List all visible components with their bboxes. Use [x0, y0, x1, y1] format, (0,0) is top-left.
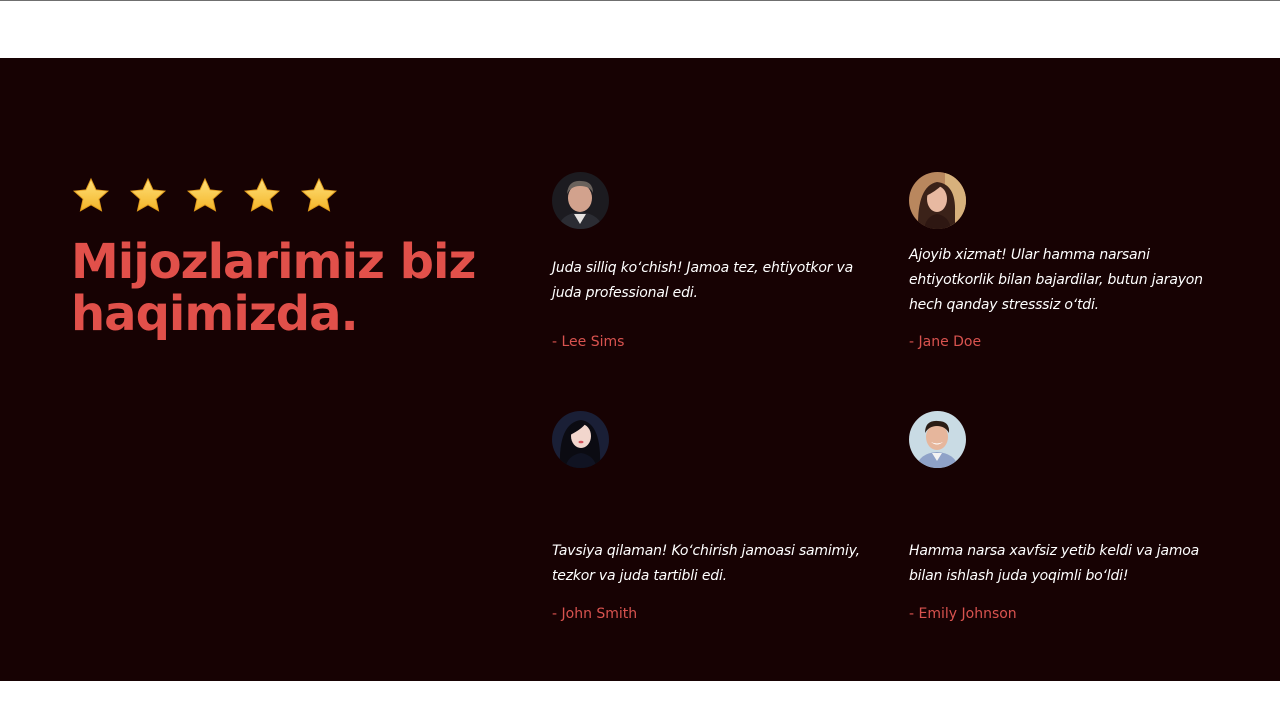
avatar-man-smiling-icon: [909, 411, 966, 468]
top-divider: [0, 0, 1280, 1]
testimonial-card: Tavsiya qilaman! Ko‘chirish jamoasi sami…: [552, 411, 862, 622]
testimonial-quote: Ajoyib xizmat! Ular hamma narsani ehtiyo…: [909, 247, 1203, 313]
testimonial-quote: Juda silliq ko‘chish! Jamoa tez, ehtiyot…: [552, 260, 853, 301]
testimonial-quote: Hamma narsa xavfsiz yetib keldi va jamoa…: [909, 543, 1200, 584]
testimonial-author: - Jane Doe: [909, 334, 982, 350]
star-icon: [243, 177, 281, 212]
testimonial-quote: Tavsiya qilaman! Ko‘chirish jamoasi sami…: [552, 543, 860, 584]
star-icon: [129, 177, 167, 212]
testimonial-author: - Lee Sims: [552, 334, 625, 350]
avatar-woman-black-hair-icon: [552, 411, 609, 468]
star-icon: [72, 177, 110, 212]
section-heading: Mijozlarimiz biz haqimizda.: [71, 234, 476, 342]
testimonial-card: Ajoyib xizmat! Ular hamma narsani ehtiyo…: [909, 172, 1219, 352]
testimonial-author: - John Smith: [552, 606, 638, 622]
star-icon: [186, 177, 224, 212]
avatar-woman-dark-hair-icon: [909, 172, 966, 229]
rating-stars: [72, 177, 338, 215]
testimonial-card: Juda silliq ko‘chish! Jamoa tez, ehtiyot…: [552, 172, 862, 352]
testimonials-section: Mijozlarimiz biz haqimizda. Juda silliq …: [0, 58, 1280, 681]
star-icon: [300, 177, 338, 212]
testimonial-author: - Emily Johnson: [909, 606, 1017, 622]
avatar-man-gray-hair-icon: [552, 172, 609, 229]
testimonial-card: Hamma narsa xavfsiz yetib keldi va jamoa…: [909, 411, 1219, 622]
